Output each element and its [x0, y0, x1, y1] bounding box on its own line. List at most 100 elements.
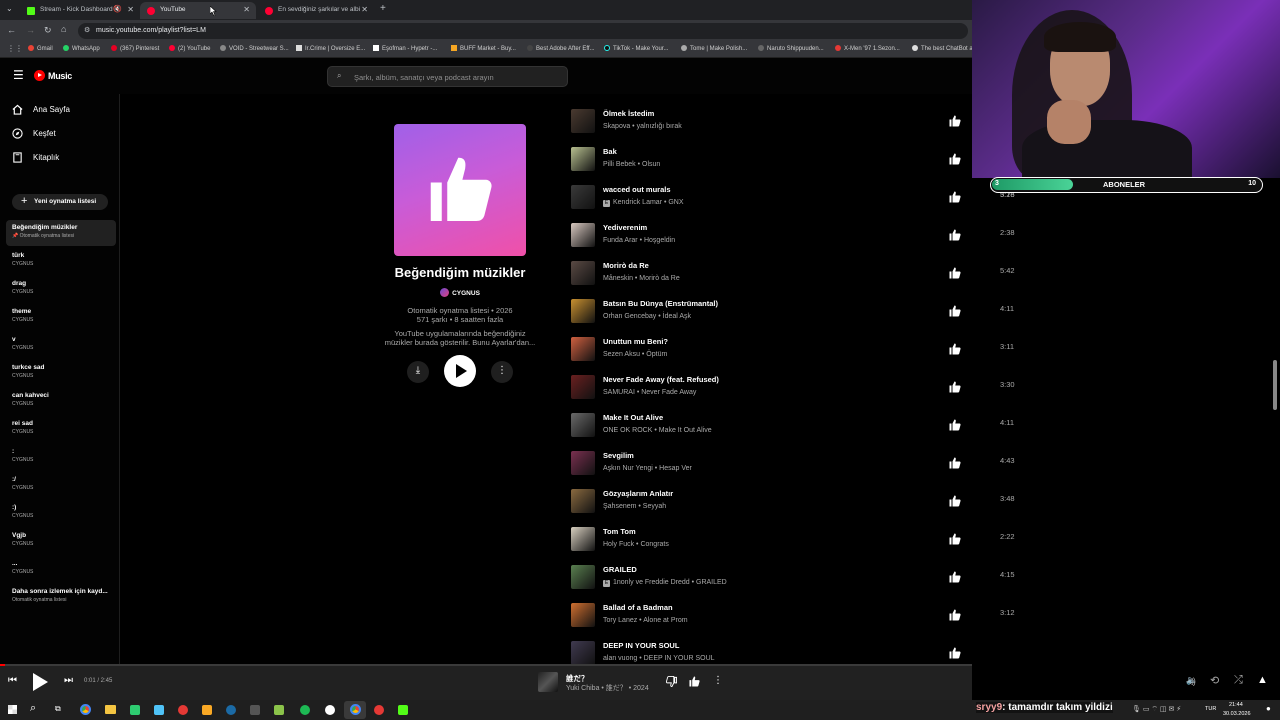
like-icon[interactable]	[949, 533, 961, 545]
track-title[interactable]: Morirò da Re	[603, 261, 649, 270]
track-artist[interactable]: Orhan Gencebay • İdeal Aşk	[603, 313, 691, 320]
track-row[interactable]: Ballad of a Badman Tory Lanez • Alone at …	[571, 601, 996, 639]
tab-search-icon[interactable]: ⌄	[6, 4, 13, 13]
expand-player-icon[interactable]: ▲	[1257, 674, 1268, 686]
like-icon[interactable]	[949, 419, 961, 431]
track-thumbnail[interactable]	[571, 261, 595, 285]
track-row[interactable]: Sevgilim Aşkın Nur Yengi • Hesap Ver 3:48	[571, 449, 1015, 503]
language-indicator[interactable]: TUR	[1205, 706, 1216, 712]
track-row[interactable]: Morirò da Re Måneskin • Morirò da Re 4:11	[571, 259, 1014, 313]
sidebar-playlist-item[interactable]: ... CYGNUS	[12, 560, 116, 575]
track-row[interactable]: Batsın Bu Dünya (Enstrümantal) Orhan Genc…	[571, 297, 1014, 351]
bookmark-item[interactable]: (367) Pinterest	[111, 45, 159, 52]
bookmark-item[interactable]: Best Adobe After Eff...	[527, 45, 595, 52]
track-title[interactable]: Ölmek İstedim	[603, 109, 654, 118]
app-icon[interactable]	[374, 705, 384, 715]
like-icon[interactable]	[949, 191, 961, 203]
more-vert-icon[interactable]: ⋮	[713, 675, 723, 686]
playlist-owner[interactable]: CYGNUS	[340, 288, 580, 297]
track-row[interactable]: Yediverenim Funda Arar • Hoşgeldin 5:42	[571, 221, 1015, 275]
back-icon[interactable]: ←	[7, 25, 16, 35]
steam-icon[interactable]	[226, 705, 236, 715]
track-row[interactable]: Unuttun mu Beni? Sezen Aksu • Öptüm 3:30	[571, 335, 1015, 389]
bookmark-item[interactable]: TikTok - Make Your...	[604, 45, 668, 52]
close-icon[interactable]: ✕	[243, 5, 250, 14]
track-thumbnail[interactable]	[571, 565, 595, 589]
sidebar-playlist-item[interactable]: can kahveci CYGNUS	[12, 392, 116, 407]
mute-icon[interactable]: 🔇	[113, 5, 122, 13]
tab-youtube[interactable]: YouTube ✕	[140, 2, 256, 19]
bookmark-item[interactable]: The best ChatBot a...	[912, 45, 978, 52]
track-row[interactable]: wacced out murals E Kendrick Lamar • GNX 2:…	[571, 183, 1015, 237]
next-icon[interactable]: ⏭	[64, 675, 73, 686]
track-title[interactable]: Yediverenim	[603, 223, 647, 232]
forward-icon[interactable]: →	[26, 25, 35, 35]
bookmark-item[interactable]: VOID - Streetwear S...	[220, 45, 289, 52]
track-thumbnail[interactable]	[571, 223, 595, 247]
tab-youtube-music[interactable]: En sevdiğiniz şarkılar ve albüm… ✕	[258, 2, 374, 19]
track-thumbnail[interactable]	[571, 185, 595, 209]
track-title[interactable]: Make It Out Alive	[603, 413, 663, 422]
track-row[interactable]: Make It Out Alive ONE OK ROCK • Make It O…	[571, 411, 1015, 465]
track-title[interactable]: Ballad of a Badman	[603, 603, 673, 612]
track-thumbnail[interactable]	[571, 489, 595, 513]
sidebar-playlist-item[interactable]: Vgjb CYGNUS	[12, 532, 116, 547]
like-icon[interactable]	[949, 115, 961, 127]
clock-time[interactable]: 21:44	[1229, 702, 1243, 708]
track-artist[interactable]: E Kendrick Lamar • GNX	[603, 199, 684, 207]
track-row[interactable]: Tom Tom Holy Fuck • Congrats 4:15	[571, 525, 1015, 579]
like-icon[interactable]	[949, 381, 961, 393]
track-title[interactable]: wacced out murals	[603, 185, 671, 194]
track-title[interactable]: Bak	[603, 147, 617, 156]
track-title[interactable]: Batsın Bu Dünya (Enstrümantal)	[603, 299, 718, 308]
track-title[interactable]: Gözyaşlarım Anlatır	[603, 489, 673, 498]
bookmark-item[interactable]: Gmail	[28, 45, 53, 52]
now-playing-thumbnail[interactable]	[538, 672, 558, 692]
volume-icon[interactable]: ◁)	[1186, 676, 1196, 687]
sidebar-playlist-item[interactable]: türk CYGNUS	[12, 252, 116, 267]
notification-icon[interactable]: ●	[1266, 704, 1271, 713]
track-thumbnail[interactable]	[571, 527, 595, 551]
like-icon[interactable]	[949, 343, 961, 355]
like-icon[interactable]	[949, 305, 961, 317]
track-artist[interactable]: alan vuong • DEEP IN YOUR SOUL	[603, 655, 715, 662]
track-thumbnail[interactable]	[571, 299, 595, 323]
bookmark-item[interactable]: (2) YouTube	[169, 45, 210, 52]
now-playing-artist[interactable]: Yuki Chiba • 誰だ？ • 2024	[566, 683, 649, 693]
track-thumbnail[interactable]	[571, 641, 595, 665]
track-artist[interactable]: Holy Fuck • Congrats	[603, 541, 669, 548]
track-row[interactable]: Gözyaşlarım Anlatır Şahsenem • Seyyah 2:22	[571, 487, 1015, 541]
sidebar-playlist-item[interactable]: drag CYGNUS	[12, 280, 116, 295]
track-artist[interactable]: E 1nonly ve Freddie Dredd • GRAILED	[603, 579, 727, 587]
sidebar-playlist-item[interactable]: turkce sad CYGNUS	[12, 364, 116, 379]
app-icon[interactable]	[274, 705, 284, 715]
app-icon[interactable]	[154, 705, 164, 715]
track-artist[interactable]: Sezen Aksu • Öptüm	[603, 351, 667, 358]
track-artist[interactable]: Funda Arar • Hoşgeldin	[603, 237, 675, 244]
reload-icon[interactable]: ↻	[44, 25, 52, 36]
sidebar-playlist-item[interactable]: :) CYGNUS	[12, 504, 116, 519]
kick-icon[interactable]	[398, 705, 408, 715]
bookmark-item[interactable]: Eşofman - Hypetr -...	[373, 45, 437, 52]
sidebar-playlist-item[interactable]: : CYGNUS	[12, 448, 116, 463]
tab-kick[interactable]: Stream - Kick Dashboard ✕ 🔇	[20, 2, 138, 19]
play-pause-button[interactable]	[33, 673, 48, 691]
track-artist[interactable]: Pilli Bebek • Olsun	[603, 161, 660, 168]
like-icon[interactable]	[949, 609, 961, 621]
track-artist[interactable]: SAMURAI • Never Fade Away	[603, 389, 696, 396]
sidebar-playlist-item[interactable]: theme CYGNUS	[12, 308, 116, 323]
home-icon[interactable]: ⌂	[61, 24, 66, 34]
shuffle-icon[interactable]: ⤮	[1234, 674, 1243, 687]
app-icon[interactable]	[202, 705, 212, 715]
like-icon[interactable]	[949, 457, 961, 469]
more-options-button[interactable]: ⋮	[491, 361, 513, 383]
track-thumbnail[interactable]	[571, 147, 595, 171]
clock-date[interactable]: 30.03.2026	[1223, 711, 1251, 717]
track-thumbnail[interactable]	[571, 375, 595, 399]
track-title[interactable]: DEEP IN YOUR SOUL	[603, 641, 679, 650]
site-info-icon[interactable]: ⚙	[84, 26, 90, 34]
tray-icons[interactable]: 🎙 ▭ ⌔ ◫ ✉ ⚡	[1132, 705, 1181, 714]
track-artist[interactable]: ONE OK ROCK • Make It Out Alive	[603, 427, 712, 434]
like-icon[interactable]	[689, 676, 700, 687]
progress-bar[interactable]	[0, 664, 972, 666]
